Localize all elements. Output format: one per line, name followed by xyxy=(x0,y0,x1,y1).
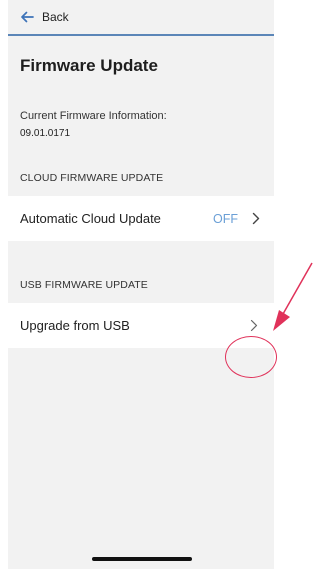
annotation-arrow-icon xyxy=(273,262,313,331)
